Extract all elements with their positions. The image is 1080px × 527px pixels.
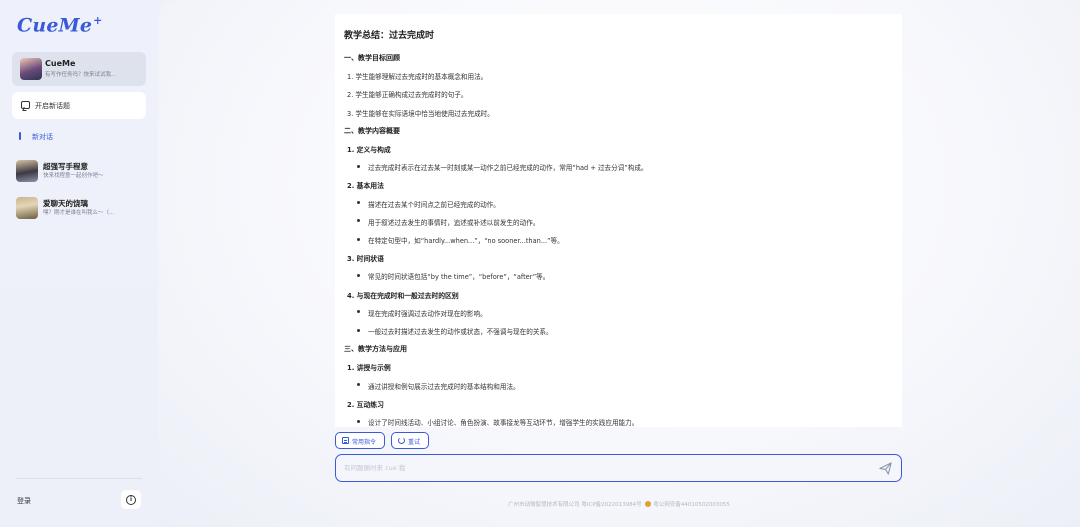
conversation-item[interactable]: 爱聊天的饶璃 嘿？刚才是谁在叫我么～（... (16, 196, 146, 222)
conversation-item[interactable]: 超强写手程意 快来找程意一起创作吧～ (16, 159, 146, 185)
conversation-label: 新对话 (32, 133, 53, 141)
bullet-item: 常见的时间状语包括“by the time”，“before”，“after”等… (356, 273, 550, 282)
conversation-avatar (16, 197, 38, 219)
retry-label: 重试 (408, 439, 421, 446)
subsection-heading: 1. 讲授与示例 (347, 364, 391, 373)
footer-company: 广州市动微智慧技术有限公司 粤ICP备2022013984号 (508, 502, 642, 508)
sidebar: CueMe+ CueMe 有写作任务吗？快来试试我... 开启新话题 新对话 超… (0, 0, 158, 527)
conversation-subtitle: 嘿？刚才是谁在叫我么～（... (43, 210, 115, 216)
subsection-heading: 3. 时间状语 (347, 255, 384, 264)
refresh-icon (398, 437, 405, 444)
bullet-item: 描述在过去某个时间点之前已经完成的动作。 (357, 200, 500, 209)
subsection-heading: 1. 定义与构成 (347, 146, 391, 154)
section-heading: 一、教学目标回顾 (344, 54, 400, 62)
common-commands-button[interactable]: 常用指令 (335, 432, 385, 449)
bullet-item: 设计了时间线活动、小组讨论、角色扮演、故事接龙等互动环节，增强学生的实践应用能力… (356, 419, 639, 427)
bullet-item: 一般过去时描述过去发生的动作或状态，不强调与现在的关系。 (357, 328, 553, 336)
list-item: 2. 学生能够正确构成过去完成时的句子。 (347, 91, 468, 100)
command-list-icon (342, 437, 349, 444)
conversation-avatar (16, 160, 38, 182)
chat-bubble-icon (21, 101, 30, 109)
subsection-heading: 2. 互动练习 (347, 400, 384, 409)
logo-plus-mark: + (93, 14, 103, 27)
info-icon: i (126, 494, 136, 505)
bullet-item: 通过讲授和例句展示过去完成时的基本结构和用法。 (357, 382, 520, 391)
section-heading: 二、教学内容概要 (344, 126, 400, 135)
list-item: 1. 学生能够理解过去完成时的基本概念和用法。 (347, 73, 488, 82)
conversation-item-active[interactable]: 新对话 (19, 130, 139, 142)
agent-name: CueMe (45, 59, 76, 68)
chat-input-box[interactable] (335, 454, 902, 482)
retry-button[interactable]: 重试 (391, 432, 429, 449)
footer-police-record: 粤公网安备44010502003055 (653, 502, 730, 508)
list-item: 3. 学生能够在实际语境中恰当地使用过去完成时。 (347, 109, 494, 118)
response-document: 教学总结：过去完成时 一、教学目标回顾 1. 学生能够理解过去完成时的基本概念和用… (335, 14, 902, 427)
app-logo[interactable]: CueMe+ (17, 14, 103, 36)
agent-avatar (20, 58, 42, 80)
footer: 广州市动微智慧技术有限公司 粤ICP备2022013984号 粤公网安备4401… (158, 500, 1080, 508)
subsection-heading: 2. 基本用法 (347, 182, 384, 191)
active-indicator (19, 132, 21, 140)
subsection-heading: 4. 与现在完成时和一般过去时的区别 (347, 291, 459, 300)
new-topic-button[interactable]: 开启新话题 (12, 92, 146, 119)
main-panel: 教学总结：过去完成时 一、教学目标回顾 1. 学生能够理解过去完成时的基本概念和用… (158, 0, 1080, 527)
chat-input[interactable] (344, 461, 864, 475)
section-heading: 三、教学方法与应用 (344, 345, 407, 354)
document-title: 教学总结：过去完成时 (344, 31, 435, 41)
conversation-subtitle: 快来找程意一起创作吧～ (43, 173, 104, 179)
logo-text: CueMe (17, 14, 93, 37)
new-topic-label: 开启新话题 (35, 102, 70, 110)
agent-card[interactable]: CueMe 有写作任务吗？快来试试我... (12, 52, 146, 86)
agent-subtitle: 有写作任务吗？快来试试我... (45, 72, 117, 78)
bullet-item: 用于叙述过去发生的事情时，追述或补述以前发生的动作。 (356, 218, 540, 227)
bullet-item: 现在完成时强调过去动作对现在的影响。 (357, 309, 487, 318)
sidebar-divider (16, 478, 142, 479)
send-icon[interactable] (878, 461, 893, 476)
police-badge-icon (645, 501, 652, 507)
login-link[interactable]: 登录 (17, 496, 31, 506)
info-button[interactable]: i (121, 490, 141, 509)
common-commands-label: 常用指令 (352, 439, 377, 446)
bullet-item: 过去完成时表示在过去某一时刻或某一动作之前已经完成的动作，常用“had + 过去… (357, 164, 648, 173)
bullet-item: 在特定句型中，如“hardly...when...”，“no sooner...… (357, 237, 564, 245)
